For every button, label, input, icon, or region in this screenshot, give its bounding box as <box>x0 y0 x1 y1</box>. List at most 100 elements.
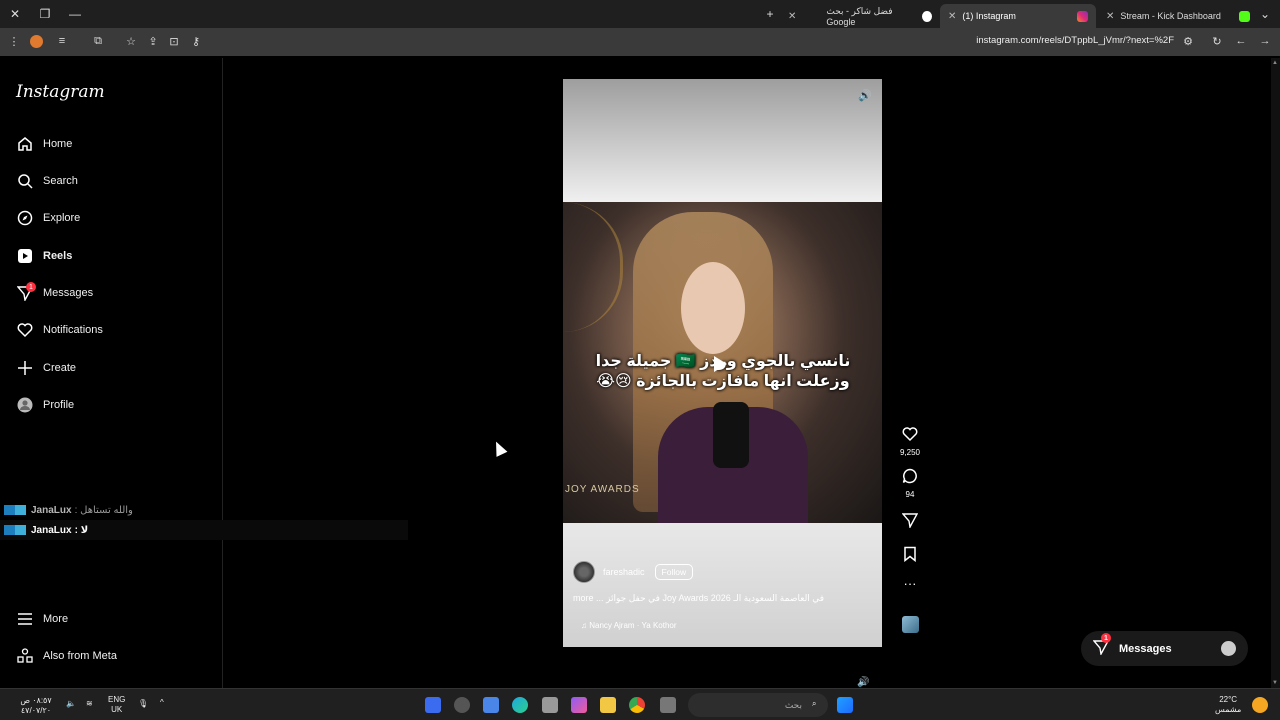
follow-button[interactable]: Follow <box>654 564 694 580</box>
site-settings-icon[interactable]: ⚙ <box>1180 33 1196 49</box>
sun-icon <box>1252 697 1268 713</box>
sidebar-item-home[interactable]: Home <box>16 132 72 156</box>
like-button[interactable]: 9,250 <box>897 426 923 457</box>
close-tab-icon[interactable]: ✕ <box>1106 11 1114 22</box>
reading-list-icon[interactable]: ≡ <box>54 33 70 49</box>
sidebar-item-label: Home <box>43 138 73 150</box>
chrome-icon[interactable] <box>629 697 645 713</box>
app-icon[interactable] <box>660 697 676 713</box>
restore-window-icon[interactable]: ❐ <box>30 0 60 28</box>
sidebar-item-more[interactable]: More <box>16 607 68 631</box>
language-indicator[interactable]: ENG UK <box>108 695 125 715</box>
messages-floating-button[interactable]: 1 Messages <box>1081 631 1248 666</box>
language-text: ENG <box>108 695 126 704</box>
speaker-icon[interactable]: 🔊 <box>858 89 872 102</box>
hamburger-icon <box>16 610 34 628</box>
share-button[interactable] <box>897 512 923 532</box>
password-key-icon[interactable]: ⚷ <box>188 33 204 49</box>
search-icon: ⌕ <box>812 699 817 708</box>
reel-video[interactable]: JOY AWARDS نانسي بالجوي وردز 🇸🇦 جميلة جد… <box>563 202 882 527</box>
edge-icon[interactable] <box>512 697 528 713</box>
tab-google-search[interactable]: ✕ فضل شاكر - بحث Google <box>780 4 940 28</box>
forward-icon[interactable]: → <box>1257 33 1273 49</box>
mouse-cursor <box>490 439 508 457</box>
sidebar-item-label: Create <box>43 362 77 374</box>
install-icon[interactable]: ⊡ <box>166 33 182 49</box>
bookmark-icon <box>904 546 916 563</box>
app-icon[interactable] <box>454 697 470 713</box>
reel-player[interactable]: 🔊 JOY AWARDS نانسي بالجوي وردز 🇸🇦 جميلة … <box>563 79 882 647</box>
store-icon[interactable] <box>483 697 499 713</box>
sidebar-item-explore[interactable]: Explore <box>16 206 80 230</box>
tab-label: فضل شاكر - بحث Google <box>826 5 893 27</box>
taskbar-search-input[interactable]: بحث <box>688 693 828 717</box>
background-decoration <box>563 202 623 332</box>
app-icon[interactable] <box>425 697 441 713</box>
sidebar-item-profile[interactable]: Profile <box>16 393 74 417</box>
menu-icon[interactable]: ⋮ <box>6 33 22 49</box>
close-tab-icon[interactable]: ✕ <box>788 11 796 22</box>
address-bar[interactable]: instagram.com/reels/DTppbL_jVmr/?next=%2… <box>976 35 1174 46</box>
play-icon[interactable] <box>714 356 727 372</box>
reels-icon <box>16 247 34 265</box>
chat-message: JanaLux : والله تستاهل <box>0 500 408 520</box>
sidebar-item-messages[interactable]: 1 Messages <box>16 281 93 305</box>
reload-icon[interactable]: ↻ <box>1209 33 1225 49</box>
audio-thumbnail[interactable] <box>902 616 919 633</box>
chat-text: : لا <box>74 524 89 536</box>
scroll-down-icon[interactable]: ▼ <box>1272 680 1278 686</box>
sidebar-item-reels[interactable]: Reels <box>16 244 72 268</box>
minimize-window-icon[interactable]: — <box>60 0 90 28</box>
microphone-icon[interactable]: 🎙 <box>138 699 148 708</box>
sidebar-item-meta[interactable]: Also from Meta <box>16 644 117 668</box>
tab-search-icon[interactable]: ⌄ <box>1250 0 1280 28</box>
speaker-icon[interactable]: 🔊 <box>857 677 869 688</box>
avatar[interactable] <box>573 561 595 583</box>
back-icon[interactable]: ← <box>1233 33 1249 49</box>
like-count: 9,250 <box>899 448 921 457</box>
chevron-up-icon[interactable]: ^ <box>160 698 164 707</box>
notification-badge: 1 <box>1101 633 1111 643</box>
reel-music[interactable]: ♫ Nancy Ajram · Ya Kothor <box>581 621 677 630</box>
sidebar-item-label: Also from Meta <box>43 650 117 662</box>
scroll-up-icon[interactable]: ▲ <box>1272 60 1278 66</box>
page-scrollbar[interactable]: ▲ ▼ <box>1271 58 1280 688</box>
comment-icon <box>902 468 917 484</box>
chat-badge-icon <box>4 525 26 535</box>
share-icon[interactable]: ⇪ <box>145 33 161 49</box>
chat-message: JanaLux : لا <box>0 520 408 540</box>
weather-widget[interactable]: 22°C مشمس <box>1215 695 1241 715</box>
app-icon[interactable] <box>542 697 558 713</box>
author-name[interactable]: fareshadic <box>603 567 645 577</box>
reel-description[interactable]: more ... في حفل جوائز Joy Awards 2026 في… <box>573 593 824 604</box>
microphone <box>713 402 749 468</box>
extensions-icon[interactable]: ⧉ <box>90 33 106 49</box>
file-explorer-icon[interactable] <box>600 697 616 713</box>
save-button[interactable] <box>897 546 923 566</box>
bookmark-star-icon[interactable]: ☆ <box>123 33 139 49</box>
windows-start-icon[interactable] <box>837 697 853 713</box>
sidebar-item-notifications[interactable]: Notifications <box>16 318 103 342</box>
clock[interactable]: ٠٨:٥٧ ص ٤٧/٠٧/٢٠ <box>6 696 66 716</box>
close-tab-icon[interactable]: ✕ <box>948 11 956 22</box>
tab-instagram[interactable]: ✕ (1) Instagram <box>940 4 1096 28</box>
sidebar: Instagram Home Search Explore Reels 1 Me… <box>0 58 223 688</box>
instagram-logo[interactable]: Instagram <box>16 82 105 102</box>
more-options-icon[interactable]: ··· <box>897 576 923 591</box>
sidebar-item-label: More <box>43 613 69 625</box>
profile-icon[interactable] <box>30 35 43 48</box>
volume-icon[interactable]: 🔈 <box>66 699 76 708</box>
video-subject-face <box>681 262 745 354</box>
sidebar-item-create[interactable]: Create <box>16 356 76 380</box>
close-window-icon[interactable]: ✕ <box>0 0 30 28</box>
tab-kick[interactable]: ✕ Stream - Kick Dashboard <box>1098 4 1258 28</box>
home-icon <box>16 135 34 153</box>
compass-icon <box>16 209 34 227</box>
messages-icon: 1 <box>16 282 36 302</box>
sidebar-item-search[interactable]: Search <box>16 169 78 193</box>
wifi-icon[interactable]: ≋ <box>86 699 93 708</box>
sidebar-item-label: Notifications <box>43 324 103 336</box>
comment-button[interactable]: 94 <box>897 468 923 499</box>
copilot-icon[interactable] <box>571 697 587 713</box>
search-placeholder: بحث <box>784 699 802 710</box>
